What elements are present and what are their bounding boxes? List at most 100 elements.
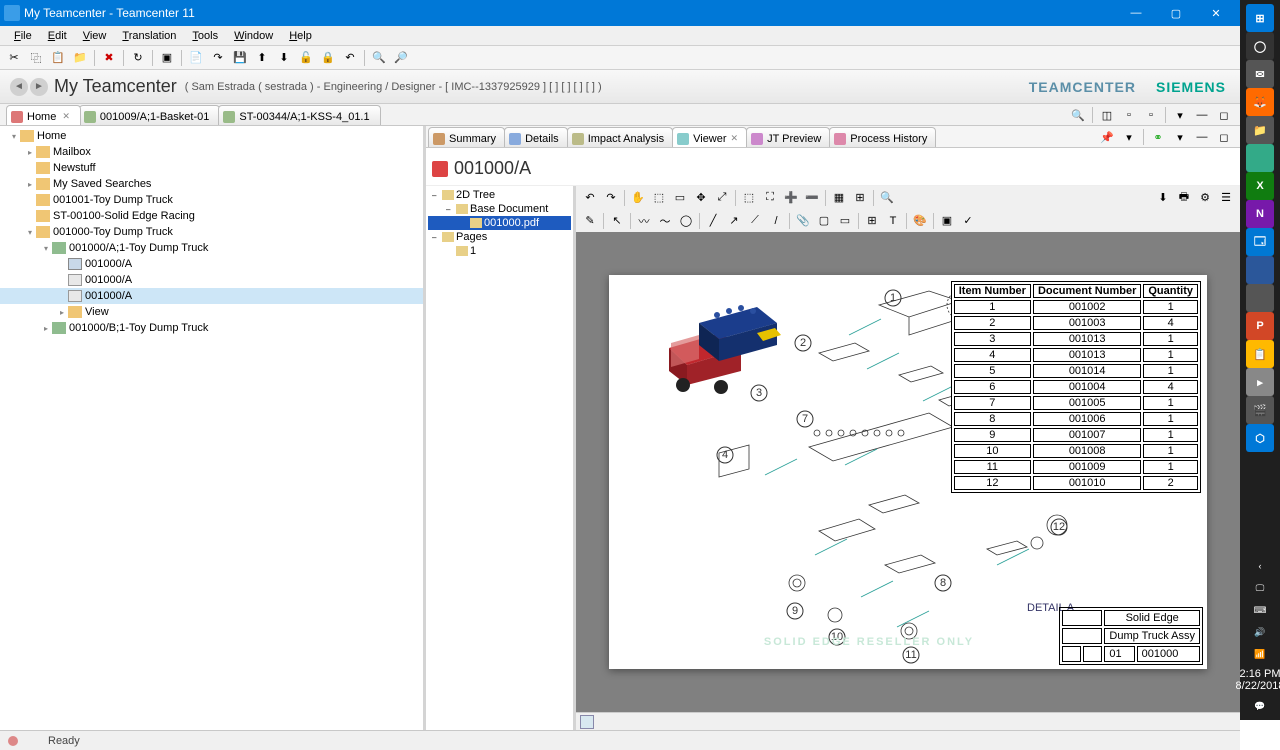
curve-icon[interactable]: 〜 [655,211,675,231]
tree-node[interactable]: ▸Mailbox [0,144,423,160]
taskbar-app[interactable]: ▸ [1246,368,1274,396]
view-tab-summary[interactable]: Summary [428,127,505,147]
tree-node[interactable]: ▸View [0,304,423,320]
taskbar-clock[interactable]: 2:16 PM8/22/2018 [1236,666,1280,694]
taskbar-app[interactable]: 🎬 [1246,396,1274,424]
nav-tab[interactable]: Home✕ [6,105,81,125]
line4-icon[interactable]: / [766,211,786,231]
viewer-tree-node[interactable]: –2D Tree [428,188,571,202]
import-icon[interactable]: ⬆ [252,48,272,68]
tray-keyboard-icon[interactable]: ⌨ [1240,600,1280,620]
tray-chevron-icon[interactable]: ‹ [1240,556,1280,576]
view-tab-process-history[interactable]: Process History [829,127,936,147]
stamp-icon[interactable]: ▣ [937,211,957,231]
pin-icon[interactable]: 📌 [1097,127,1117,147]
advanced-search-icon[interactable]: 🔎 [391,48,411,68]
rotate-right-icon[interactable]: ↷ [601,188,621,208]
menu-help[interactable]: Help [281,28,320,44]
move-icon[interactable]: ✥ [691,188,711,208]
tree-node[interactable]: 001001-Toy Dump Truck [0,192,423,208]
maximize-pane-icon[interactable]: ◻ [1214,105,1234,125]
taskbar-app[interactable]: N [1246,200,1274,228]
menu-tools[interactable]: Tools [184,28,226,44]
checkin-icon[interactable]: 🔒 [318,48,338,68]
zoom-in-icon[interactable]: ➕ [781,188,801,208]
tool-b-icon[interactable]: ▫ [1141,105,1161,125]
tree-node[interactable]: ST-00100-Solid Edge Racing [0,208,423,224]
viewer-tree[interactable]: –2D Tree–Base Document001000.pdf–Pages1 [426,186,576,730]
zoom-icon[interactable]: 🔍 [877,188,897,208]
freehand-icon[interactable]: 〰 [634,211,654,231]
zoom-area-icon[interactable]: ⬚ [739,188,759,208]
menu-icon[interactable]: ▾ [1170,105,1190,125]
tree-node[interactable]: ▾Home [0,128,423,144]
tree-node[interactable]: ▸001000/B;1-Toy Dump Truck [0,320,423,336]
paste-icon[interactable]: 📋 [48,48,68,68]
taskbar-app[interactable]: P [1246,312,1274,340]
menu-view[interactable]: View [75,28,115,44]
viewer-tree-node[interactable]: –Pages [428,230,571,244]
min-view-icon[interactable]: — [1192,127,1212,147]
color-icon[interactable]: 🎨 [910,211,930,231]
view-tab-viewer[interactable]: Viewer✕ [672,127,747,147]
tray-notifications-icon[interactable]: 💬 [1240,696,1280,716]
viewer-tree-node[interactable]: –Base Document [428,202,571,216]
circle-icon[interactable]: ◯ [676,211,696,231]
snap-icon[interactable]: ⊞ [850,188,870,208]
viewer-tree-node[interactable]: 1 [428,244,571,258]
taskbar-app[interactable] [1246,144,1274,172]
search-icon[interactable]: 🔍 [369,48,389,68]
minimize-button[interactable]: — [1116,0,1156,26]
grid-icon[interactable]: ▦ [829,188,849,208]
taskbar-app[interactable]: ⬡ [1246,424,1274,452]
collapse-icon[interactable]: ◫ [1097,105,1117,125]
text-icon[interactable]: T [883,211,903,231]
line1-icon[interactable]: ╱ [703,211,723,231]
menu-edit[interactable]: Edit [40,28,75,44]
tree-node[interactable]: ▾001000-Toy Dump Truck [0,224,423,240]
back-button[interactable]: ◄ [10,78,28,96]
close-tab-icon[interactable]: ✕ [62,111,70,122]
nav-tree[interactable]: ▾Home▸MailboxNewstuff▸My Saved Searches0… [0,126,423,730]
cut-icon[interactable]: ✂ [4,48,24,68]
markup-icon[interactable]: ✎ [580,211,600,231]
refresh-icon[interactable]: ↻ [128,48,148,68]
forward-button[interactable]: ► [30,78,48,96]
delete-icon[interactable]: ✖ [99,48,119,68]
line2-icon[interactable]: ↗ [724,211,744,231]
tray-monitor-icon[interactable]: 🖵 [1240,578,1280,598]
maximize-button[interactable]: ▢ [1156,0,1196,26]
rotate-left-icon[interactable]: ↶ [580,188,600,208]
cursor-icon[interactable]: ↖ [607,211,627,231]
max-view-icon[interactable]: ◻ [1214,127,1234,147]
tray-volume-icon[interactable]: 🔊 [1240,622,1280,642]
nav-tab[interactable]: ST-00344/A;1-KSS-4_01.1 [218,105,380,125]
taskbar-app[interactable]: 🗔 [1246,228,1274,256]
settings-icon[interactable]: ⚙ [1195,188,1215,208]
search-tab-icon[interactable]: 🔍 [1068,105,1088,125]
taskbar-app[interactable]: ⊞ [1246,4,1274,32]
folder-icon[interactable]: 📁 [70,48,90,68]
attach-icon[interactable]: 📎 [793,211,813,231]
close-button[interactable]: ✕ [1196,0,1236,26]
close-tab-icon[interactable]: ✕ [731,133,739,144]
approve-icon[interactable]: ✓ [958,211,978,231]
print-icon[interactable]: 🖶 [1174,188,1194,208]
export-icon[interactable]: ⬇ [274,48,294,68]
pan-icon[interactable]: ✋ [628,188,648,208]
line3-icon[interactable]: ⟋ [745,211,765,231]
taskbar-app[interactable]: ◯ [1246,32,1274,60]
layers-icon[interactable]: ☰ [1216,188,1236,208]
tool-a-icon[interactable]: ▫ [1119,105,1139,125]
tree-node[interactable]: Newstuff [0,160,423,176]
checkout-icon[interactable]: 🔓 [296,48,316,68]
menu-translation[interactable]: Translation [114,28,184,44]
select-icon[interactable]: ⬚ [649,188,669,208]
shape2-icon[interactable]: ▭ [835,211,855,231]
link-icon[interactable]: ⚭ [1148,127,1168,147]
shape1-icon[interactable]: ▢ [814,211,834,231]
saveas-icon[interactable]: 💾 [230,48,250,68]
dropdown-icon[interactable]: ▾ [1119,127,1139,147]
menu2-icon[interactable]: ▾ [1170,127,1190,147]
cancel-checkout-icon[interactable]: ↶ [340,48,360,68]
